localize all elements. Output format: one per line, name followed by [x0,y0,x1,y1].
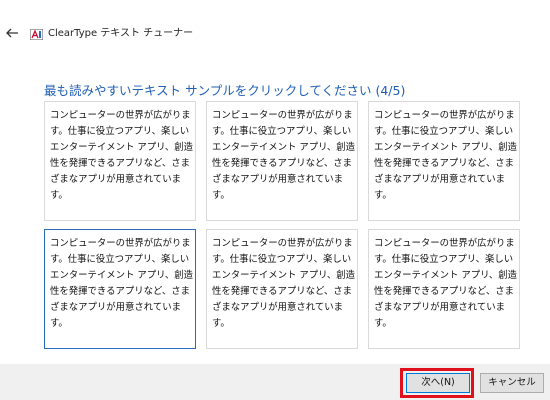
text-sample-grid: コンピューターの世界が広がります。仕事に役立つアプリ、楽しいエンターテイメント … [44,101,522,353]
title-bar: ClearType テキスト チューナー [0,0,550,40]
next-button[interactable]: 次へ(N) [406,373,470,393]
sample-text: コンピューターの世界が広がります。仕事に役立つアプリ、楽しいエンターテイメント … [212,238,356,329]
sample-text: コンピューターの世界が広がります。仕事に役立つアプリ、楽しいエンターテイメント … [374,238,518,329]
text-sample-6[interactable]: コンピューターの世界が広がります。仕事に役立つアプリ、楽しいエンターテイメント … [368,229,520,349]
cleartype-app-icon [30,29,43,40]
sample-text: コンピューターの世界が広がります。仕事に役立つアプリ、楽しいエンターテイメント … [50,238,194,329]
window-title: ClearType テキスト チューナー [48,28,194,39]
text-sample-2[interactable]: コンピューターの世界が広がります。仕事に役立つアプリ、楽しいエンターテイメント … [206,101,358,221]
sample-text: コンピューターの世界が広がります。仕事に役立つアプリ、楽しいエンターテイメント … [212,110,356,201]
sample-text: コンピューターの世界が広がります。仕事に役立つアプリ、楽しいエンターテイメント … [50,110,194,201]
cancel-button[interactable]: キャンセル [480,373,544,393]
footer-bar: 次へ(N) キャンセル [0,364,550,400]
text-sample-4-selected[interactable]: コンピューターの世界が広がります。仕事に役立つアプリ、楽しいエンターテイメント … [44,229,196,349]
instruction-heading: 最も読みやすいテキスト サンプルをクリックしてください (4/5) [44,83,406,98]
text-sample-1[interactable]: コンピューターの世界が広がります。仕事に役立つアプリ、楽しいエンターテイメント … [44,101,196,221]
text-sample-3[interactable]: コンピューターの世界が広がります。仕事に役立つアプリ、楽しいエンターテイメント … [368,101,520,221]
text-sample-5[interactable]: コンピューターの世界が広がります。仕事に役立つアプリ、楽しいエンターテイメント … [206,229,358,349]
back-arrow-icon[interactable] [5,26,19,40]
sample-text: コンピューターの世界が広がります。仕事に役立つアプリ、楽しいエンターテイメント … [374,110,518,201]
